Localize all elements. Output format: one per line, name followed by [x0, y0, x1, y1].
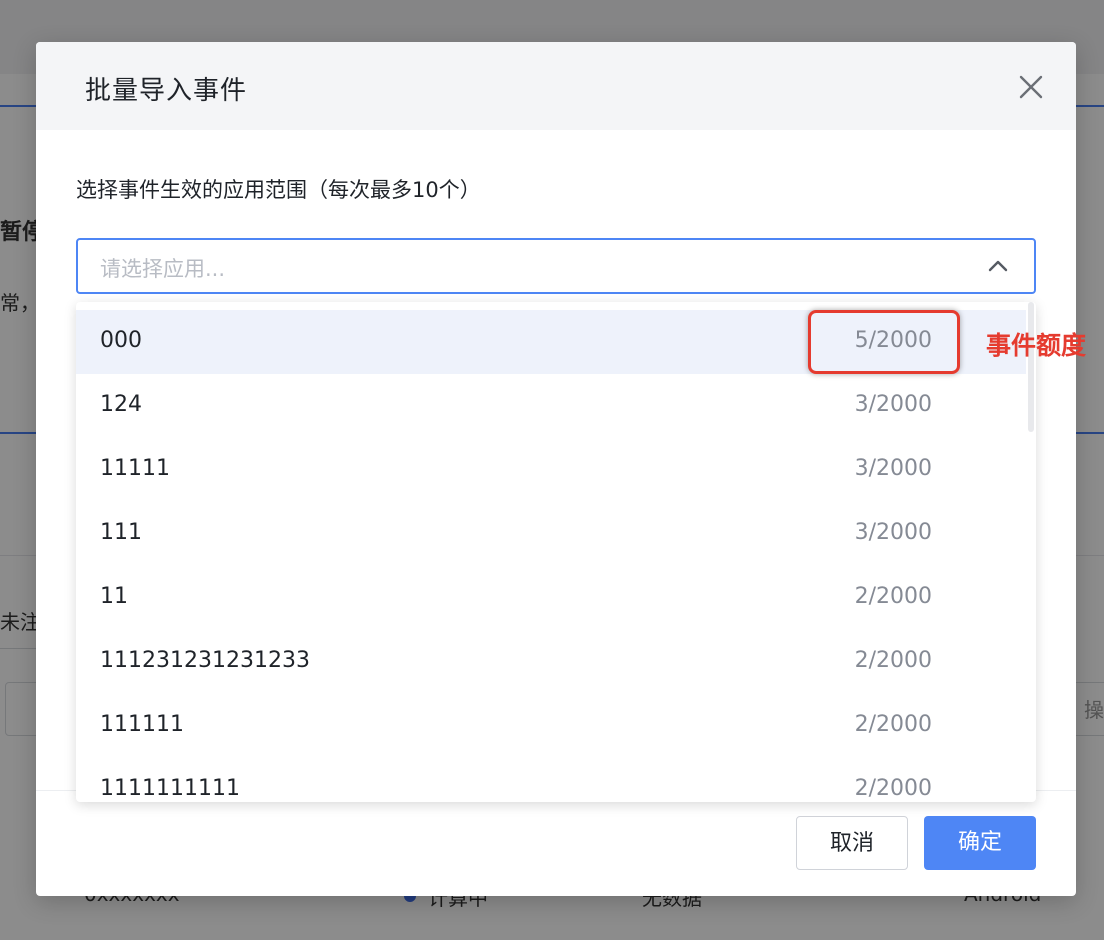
app-option-quota: 3/2000: [854, 520, 932, 545]
chevron-up-icon: [986, 254, 1010, 278]
modal-header: 批量导入事件: [36, 42, 1076, 130]
app-option-quota: 2/2000: [854, 648, 932, 673]
app-option-name: 111: [100, 520, 142, 545]
app-option-name: 111111: [100, 712, 184, 737]
app-option-quota: 3/2000: [854, 456, 932, 481]
app-option-quota: 3/2000: [854, 392, 932, 417]
confirm-button[interactable]: 确定: [924, 816, 1036, 870]
scope-label: 选择事件生效的应用范围（每次最多10个）: [76, 178, 481, 202]
quota-annotation-label: 事件额度: [986, 331, 1087, 360]
app-option[interactable]: 111111 2/2000: [76, 694, 1026, 758]
app-option[interactable]: 124 3/2000: [76, 374, 1026, 438]
app-option-name: 11: [100, 584, 128, 609]
dropdown-scrollbar[interactable]: [1028, 302, 1034, 432]
app-option-name: 11111: [100, 456, 170, 481]
cancel-button[interactable]: 取消: [796, 816, 908, 870]
app-select-placeholder: 请选择应用...: [100, 257, 226, 281]
app-option[interactable]: 11 2/2000: [76, 566, 1026, 630]
quota-highlight-box: [808, 310, 960, 374]
app-option-quota: 2/2000: [854, 776, 932, 801]
close-icon[interactable]: [1014, 70, 1048, 104]
app-option-name: 000: [100, 328, 142, 353]
app-dropdown-list: 000 5/2000 124 3/2000 11111 3/2000 111 3…: [76, 302, 1036, 802]
app-option[interactable]: 11111 3/2000: [76, 438, 1026, 502]
app-option[interactable]: 111 3/2000: [76, 502, 1026, 566]
app-option-quota: 2/2000: [854, 584, 932, 609]
app-option-quota: 2/2000: [854, 712, 932, 737]
app-option[interactable]: 111231231231233 2/2000: [76, 630, 1026, 694]
app-option[interactable]: 1111111111 2/2000: [76, 758, 1026, 802]
app-select[interactable]: 请选择应用...: [76, 238, 1036, 294]
app-option-name: 111231231231233: [100, 648, 310, 673]
app-option-name: 124: [100, 392, 142, 417]
modal-title: 批量导入事件: [85, 76, 248, 106]
app-option-name: 1111111111: [100, 776, 240, 801]
